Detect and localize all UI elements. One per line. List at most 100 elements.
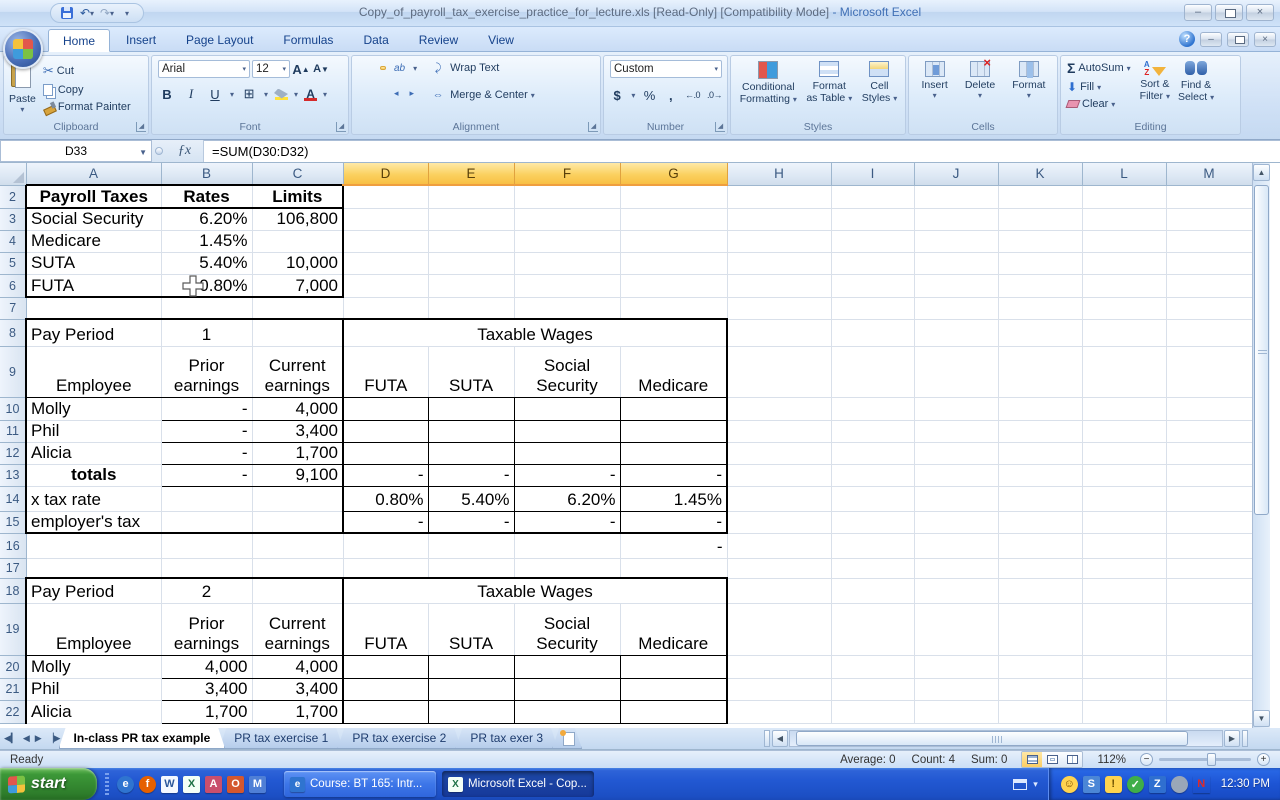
cell-J20[interactable] [914, 655, 998, 678]
row-header-15[interactable]: 15 [0, 511, 26, 533]
cell-A22[interactable]: Alicia [26, 700, 161, 723]
decrease-indent-button[interactable]: ◂ [391, 85, 402, 101]
cell-M5[interactable] [1166, 252, 1252, 274]
cell-J17[interactable] [914, 558, 998, 578]
cell-K14[interactable] [998, 486, 1082, 511]
cell-C3[interactable]: 106,800 [252, 208, 343, 230]
cell-M11[interactable] [1166, 420, 1252, 442]
cell-L6[interactable] [1082, 274, 1166, 297]
cell-D17[interactable] [343, 558, 428, 578]
fill-color-button[interactable] [274, 89, 288, 100]
cell-H5[interactable] [727, 252, 831, 274]
row-header-17[interactable]: 17 [0, 558, 26, 578]
norton-icon[interactable]: N [1193, 776, 1210, 793]
cell-B22[interactable]: 1,700 [161, 700, 252, 723]
cell-I12[interactable] [831, 442, 914, 464]
clipboard-dialog-launcher[interactable]: ◢ [136, 122, 146, 132]
cell-M6[interactable] [1166, 274, 1252, 297]
col-header-K[interactable]: K [998, 163, 1082, 185]
font-name-select[interactable]: Arial▾ [158, 60, 250, 78]
row-header-22[interactable]: 22 [0, 700, 26, 723]
cell-K5[interactable] [998, 252, 1082, 274]
cell-A4[interactable]: Medicare [26, 230, 161, 252]
cell-D9[interactable]: FUTA [343, 346, 428, 397]
cell-E19[interactable]: SUTA [428, 603, 514, 655]
cell-M13[interactable] [1166, 464, 1252, 486]
cell-G16[interactable]: - [620, 533, 727, 558]
cell-H14[interactable] [727, 486, 831, 511]
cell-I9[interactable] [831, 346, 914, 397]
col-header-C[interactable]: C [252, 163, 343, 185]
cell-E14[interactable]: 5.40% [428, 486, 514, 511]
workbook-minimize-button[interactable]: – [1200, 32, 1222, 47]
cut-button[interactable]: ✂Cut [41, 62, 133, 80]
cell-E17[interactable] [428, 558, 514, 578]
cell-C20[interactable]: 4,000 [252, 655, 343, 678]
cell-H22[interactable] [727, 700, 831, 723]
cell-F5[interactable] [514, 252, 620, 274]
fill-button[interactable]: ⬇Fill▾ [1065, 79, 1133, 95]
cell-F12[interactable] [514, 442, 620, 464]
grow-font-button[interactable]: A▲ [292, 61, 310, 77]
cell-K18[interactable] [998, 578, 1082, 603]
cell-L22[interactable] [1082, 700, 1166, 723]
font-color-button[interactable]: A [304, 88, 317, 101]
scroll-up-icon[interactable]: ▲ [1253, 164, 1270, 181]
cell-A11[interactable]: Phil [26, 420, 161, 442]
cell-J18[interactable] [914, 578, 998, 603]
cell-J7[interactable] [914, 297, 998, 319]
cell-L11[interactable] [1082, 420, 1166, 442]
col-header-A[interactable]: A [26, 163, 161, 185]
merge-center-button[interactable]: ⇔Merge & Center▾ [427, 86, 537, 104]
window-split-handle[interactable] [1242, 730, 1248, 747]
cell-H8[interactable] [727, 319, 831, 346]
cell-H2[interactable] [727, 185, 831, 208]
cell-F15[interactable]: - [514, 511, 620, 533]
row-header-21[interactable]: 21 [0, 678, 26, 700]
sheet-tab-2[interactable]: PR tax exercise 1 [219, 728, 343, 749]
cell-B17[interactable] [161, 558, 252, 578]
cell-B11[interactable]: - [161, 420, 252, 442]
format-as-table-button[interactable]: Formatas Table ▾ [805, 59, 853, 107]
zonealarm-icon[interactable]: Z [1149, 776, 1166, 793]
cell-E6[interactable] [428, 274, 514, 297]
cell-M2[interactable] [1166, 185, 1252, 208]
cell-F13[interactable]: - [514, 464, 620, 486]
tab-formulas[interactable]: Formulas [269, 29, 347, 52]
cell-J5[interactable] [914, 252, 998, 274]
col-header-I[interactable]: I [831, 163, 914, 185]
language-bar-icon[interactable] [1013, 779, 1027, 790]
cell-J9[interactable] [914, 346, 998, 397]
horizontal-scroll-thumb[interactable] [796, 731, 1188, 746]
cell-K13[interactable] [998, 464, 1082, 486]
comma-style-button[interactable]: , [664, 87, 678, 103]
name-box-dropdown-icon[interactable]: ▼ [139, 148, 147, 157]
cell-B4[interactable]: 1.45% [161, 230, 252, 252]
cell-H17[interactable] [727, 558, 831, 578]
increase-indent-button[interactable]: ▸ [407, 85, 418, 101]
cell-G17[interactable] [620, 558, 727, 578]
row-header-4[interactable]: 4 [0, 230, 26, 252]
cell-C15[interactable] [252, 511, 343, 533]
cell-B8[interactable]: 1 [161, 319, 252, 346]
top-align-button[interactable] [358, 66, 364, 70]
firefox-icon[interactable]: f [139, 776, 156, 793]
cell-J21[interactable] [914, 678, 998, 700]
wrap-text-button[interactable]: ⤸Wrap Text [427, 59, 537, 77]
cell-I2[interactable] [831, 185, 914, 208]
cell-D12[interactable] [343, 442, 428, 464]
cell-L9[interactable] [1082, 346, 1166, 397]
center-button[interactable] [369, 91, 375, 95]
cell-C10[interactable]: 4,000 [252, 397, 343, 420]
cell-M15[interactable] [1166, 511, 1252, 533]
cell-K7[interactable] [998, 297, 1082, 319]
start-button[interactable]: start [0, 768, 97, 800]
cell-C16[interactable] [252, 533, 343, 558]
cell-M18[interactable] [1166, 578, 1252, 603]
cell-I5[interactable] [831, 252, 914, 274]
align-left-button[interactable] [358, 91, 364, 95]
cell-B18[interactable]: 2 [161, 578, 252, 603]
percent-style-button[interactable]: % [642, 87, 656, 103]
alert-shield-icon[interactable]: ! [1105, 776, 1122, 793]
messenger-app-icon[interactable]: M [249, 776, 266, 793]
